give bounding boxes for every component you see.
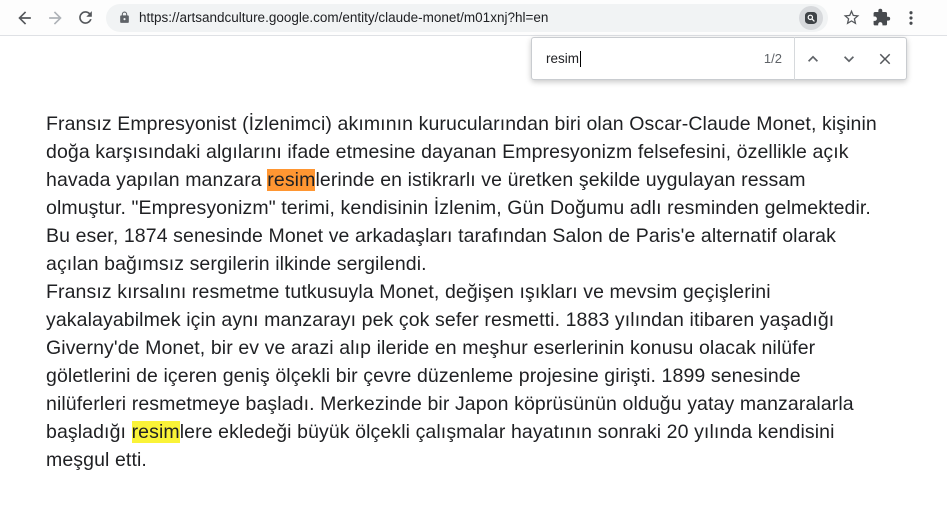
text-line: havada yapılan manzara resimlerinde en i… — [46, 166, 931, 194]
text-line: açılan bağımsız sergilerin ilkinde sergi… — [46, 250, 931, 278]
forward-arrow-icon — [49, 10, 62, 25]
text-segment: havada yapılan manzara — [46, 169, 268, 191]
text-line: yakalayabilmek için aynı manzarayı pek ç… — [46, 306, 931, 334]
text-line: Fransız Empresyonist (İzlenimci) akımını… — [46, 110, 931, 138]
star-icon — [843, 9, 859, 25]
search-image-icon — [805, 11, 817, 24]
close-icon — [879, 53, 891, 64]
text-segment: Bu eser, 1874 senesinde Monet ve arkadaş… — [46, 225, 836, 247]
url-text: https://artsandculture.google.com/entity… — [139, 10, 549, 25]
find-bar-divider — [794, 37, 795, 80]
reload-button[interactable] — [70, 3, 100, 33]
back-button[interactable] — [10, 3, 40, 33]
chevron-up-icon — [808, 55, 818, 62]
find-input[interactable]: resim — [532, 38, 758, 79]
forward-button[interactable] — [40, 3, 70, 33]
text-segment: Giverny'de Monet, bir ev ve arazi alıp i… — [46, 337, 816, 359]
find-query-text: resim — [546, 51, 579, 66]
search-highlight-active: resim — [267, 169, 316, 191]
text-segment: göletlerini de içeren geniş ölçekli bir … — [46, 365, 801, 387]
browser-menu-button[interactable] — [896, 3, 926, 33]
match-counter: 1/2 — [763, 51, 782, 66]
text-segment: başladığı — [46, 421, 132, 443]
browser-toolbar: https://artsandculture.google.com/entity… — [0, 0, 947, 36]
kebab-menu-icon — [909, 10, 913, 25]
previous-match-button[interactable] — [796, 42, 830, 76]
article-text: Fransız Empresyonist (İzlenimci) akımını… — [46, 110, 931, 474]
bookmark-button[interactable] — [836, 3, 866, 33]
extensions-puzzle-icon — [873, 8, 890, 26]
find-bar: resim 1/2 — [531, 37, 907, 80]
text-cursor — [580, 50, 581, 67]
search-image-button[interactable] — [799, 5, 823, 30]
back-arrow-icon — [18, 10, 31, 25]
text-line: meşgul etti. — [46, 446, 931, 474]
text-line: göletlerini de içeren geniş ölçekli bir … — [46, 362, 931, 390]
text-line: olmuştur. "Empresyonizm" terimi, kendisi… — [46, 194, 931, 222]
address-bar[interactable]: https://artsandculture.google.com/entity… — [106, 3, 828, 32]
text-line: başladığı resimlere ekledeği büyük ölçek… — [46, 418, 931, 446]
browser-window: https://artsandculture.google.com/entity… — [0, 0, 947, 532]
search-highlight-match: resim — [131, 421, 180, 443]
text-segment: Fransız kırsalını resmetme tutkusuyla Mo… — [46, 281, 771, 303]
text-line: doğa karşısındaki algılarını ifade etmes… — [46, 138, 931, 166]
text-line: Bu eser, 1874 senesinde Monet ve arkadaş… — [46, 222, 931, 250]
text-line: Fransız kırsalını resmetme tutkusuyla Mo… — [46, 278, 931, 306]
text-segment: lere ekledeği büyük ölçekli çalışmalar h… — [179, 421, 835, 443]
text-line: Giverny'de Monet, bir ev ve arazi alıp i… — [46, 334, 931, 362]
text-segment: nilüferleri resmetmeye başladı. Merkezin… — [46, 393, 854, 415]
text-line: nilüferleri resmetmeye başladı. Merkezin… — [46, 390, 931, 418]
extensions-button[interactable] — [866, 3, 896, 33]
reload-icon — [78, 11, 92, 24]
text-segment: doğa karşısındaki algılarını ifade etmes… — [46, 141, 849, 163]
chevron-down-icon — [844, 55, 854, 62]
text-segment: meşgul etti. — [46, 449, 147, 471]
text-segment: yakalayabilmek için aynı manzarayı pek ç… — [46, 309, 835, 331]
text-segment: açılan bağımsız sergilerin ilkinde sergi… — [46, 253, 427, 275]
text-segment: olmuştur. "Empresyonizm" terimi, kendisi… — [46, 197, 871, 219]
next-match-button[interactable] — [832, 42, 866, 76]
text-segment: Fransız Empresyonist (İzlenimci) akımını… — [46, 113, 877, 135]
text-segment: lerinde en istikrarlı ve üretken şekilde… — [315, 169, 806, 191]
lock-icon[interactable] — [118, 11, 131, 24]
close-find-bar-button[interactable] — [868, 42, 902, 76]
